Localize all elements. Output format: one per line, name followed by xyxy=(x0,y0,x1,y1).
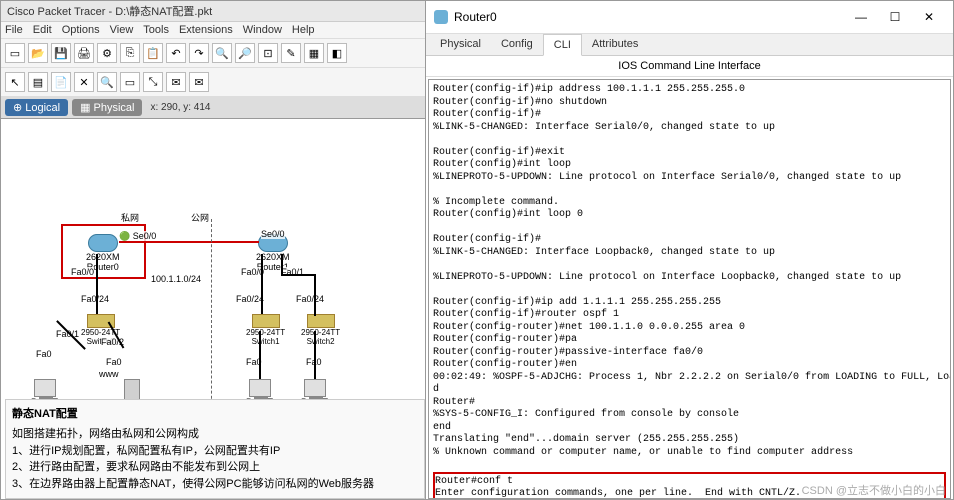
tab-physical[interactable]: Physical xyxy=(430,34,491,55)
delete-icon[interactable]: ✕ xyxy=(74,72,94,92)
menu-file[interactable]: File xyxy=(5,24,23,36)
r1-sw1-link xyxy=(261,254,263,314)
wizard-icon[interactable]: ⚙ xyxy=(97,43,117,63)
tab-attributes[interactable]: Attributes xyxy=(582,34,648,55)
cli-terminal[interactable]: Router(config-if)#ip address 100.1.1.1 2… xyxy=(428,79,951,499)
r0-sw0-link xyxy=(96,254,98,314)
complex-pdu-icon[interactable]: ✉ xyxy=(189,72,209,92)
r1-se00: Se0/0 xyxy=(261,229,285,239)
sw1-fa24: Fa0/24 xyxy=(236,294,264,304)
custom-icon[interactable]: ◧ xyxy=(327,43,347,63)
main-title-bar: Cisco Packet Tracer - D:\静态NAT配置.pkt xyxy=(1,1,429,22)
tab-config[interactable]: Config xyxy=(491,34,543,55)
logical-tab[interactable]: ⊕Logical xyxy=(5,99,68,116)
toolbar-2: ↖ ▤ 📄 ✕ 🔍 ▭ ⤡ ✉ ✉ xyxy=(1,68,429,97)
router-icon xyxy=(434,10,448,24)
open-icon[interactable]: 📂 xyxy=(28,43,48,63)
www-label: www xyxy=(99,369,119,379)
desc-l3: 3、在边界路由器上配置静态NAT，使得公网PC能够访问私网的Web服务器 xyxy=(12,476,418,493)
zoom-reset-icon[interactable]: ⊡ xyxy=(258,43,278,63)
cli-header: IOS Command Line Interface xyxy=(426,56,953,77)
select-icon[interactable]: ↖ xyxy=(5,72,25,92)
r1-sw2-link xyxy=(281,254,283,274)
shape-icon[interactable]: ▭ xyxy=(120,72,140,92)
coord-display: x: 290, y: 414 xyxy=(150,102,210,113)
draw-icon[interactable]: ✎ xyxy=(281,43,301,63)
desc-l1: 1、进行IP规划配置，私网配置私有IP，公网配置共有IP xyxy=(12,443,418,460)
sw2-pc2 xyxy=(314,331,316,379)
note-icon[interactable]: 📄 xyxy=(51,72,71,92)
sw2-fa24: Fa0/24 xyxy=(296,294,324,304)
physical-tab[interactable]: ▦Physical xyxy=(72,99,142,116)
description-panel: 静态NAT配置 如图搭建拓扑，网络由私网和公网构成 1、进行IP规划配置，私网配… xyxy=(5,399,425,500)
copy-icon[interactable]: ⎘ xyxy=(120,43,140,63)
wan-link xyxy=(119,241,259,243)
priv-net-label: 私网 xyxy=(121,211,139,224)
save-icon[interactable]: 💾 xyxy=(51,43,71,63)
close-button[interactable]: ✕ xyxy=(913,7,945,27)
toolbar-1: ▭ 📂 💾 🖨 ⚙ ⎘ 📋 ↶ ↷ 🔍 🔎 ⊡ ✎ ▦ ◧ xyxy=(1,39,429,68)
zoom-out-icon[interactable]: 🔎 xyxy=(235,43,255,63)
palette-icon[interactable]: ▦ xyxy=(304,43,324,63)
desc-title: 静态NAT配置 xyxy=(12,406,418,423)
print-icon[interactable]: 🖨 xyxy=(74,43,94,63)
menu-edit[interactable]: Edit xyxy=(33,24,52,36)
view-tabs: ⊕Logical ▦Physical x: 290, y: 414 xyxy=(1,97,429,119)
inspect-icon[interactable]: 🔍 xyxy=(97,72,117,92)
sw1-pc1 xyxy=(259,331,261,379)
new-icon[interactable]: ▭ xyxy=(5,43,25,63)
r1-sw2-link3 xyxy=(314,274,316,316)
desc-l0: 如图搭建拓扑，网络由私网和公网构成 xyxy=(12,426,418,443)
packet-tracer-window: Cisco Packet Tracer - D:\静态NAT配置.pkt Fil… xyxy=(0,0,430,500)
desc-l2: 2、进行路由配置，要求私网路由不能发布到公网上 xyxy=(12,459,418,476)
maximize-button[interactable]: ☐ xyxy=(879,7,911,27)
paste-icon[interactable]: 📋 xyxy=(143,43,163,63)
switch1[interactable]: 2950-24TT Switch1 xyxy=(246,314,285,346)
cli-tabs: Physical Config CLI Attributes xyxy=(426,34,953,56)
cli-title-text: Router0 xyxy=(454,10,845,24)
menu-extensions[interactable]: Extensions xyxy=(179,24,233,36)
menu-bar: File Edit Options View Tools Extensions … xyxy=(1,22,429,39)
cli-title-bar[interactable]: Router0 — ☐ ✕ xyxy=(426,1,953,34)
undo-icon[interactable]: ↶ xyxy=(166,43,186,63)
r1-sw2-link2 xyxy=(281,274,316,276)
zoom-in-icon[interactable]: 🔍 xyxy=(212,43,232,63)
redo-icon[interactable]: ↷ xyxy=(189,43,209,63)
minimize-button[interactable]: — xyxy=(845,7,877,27)
router0-window: Router0 — ☐ ✕ Physical Config CLI Attrib… xyxy=(425,0,954,500)
menu-options[interactable]: Options xyxy=(62,24,100,36)
watermark: CSDN @立志不做小白的小白 xyxy=(802,482,946,498)
tab-cli[interactable]: CLI xyxy=(543,34,582,56)
pub-net-label: 公网 xyxy=(191,211,209,224)
menu-window[interactable]: Window xyxy=(243,24,282,36)
menu-tools[interactable]: Tools xyxy=(143,24,169,36)
wan-subnet: 100.1.1.0/24 xyxy=(151,274,201,284)
layout-icon[interactable]: ▤ xyxy=(28,72,48,92)
r0-fa00: Fa0/0 xyxy=(71,267,94,277)
srv-fa0: Fa0 xyxy=(106,357,122,367)
divider xyxy=(211,219,212,429)
pdu-icon[interactable]: ✉ xyxy=(166,72,186,92)
menu-help[interactable]: Help xyxy=(292,24,315,36)
pc0-fa0: Fa0 xyxy=(36,349,52,359)
switch2[interactable]: 2950-24TT Switch2 xyxy=(301,314,340,346)
resize-icon[interactable]: ⤡ xyxy=(143,72,163,92)
menu-view[interactable]: View xyxy=(110,24,134,36)
